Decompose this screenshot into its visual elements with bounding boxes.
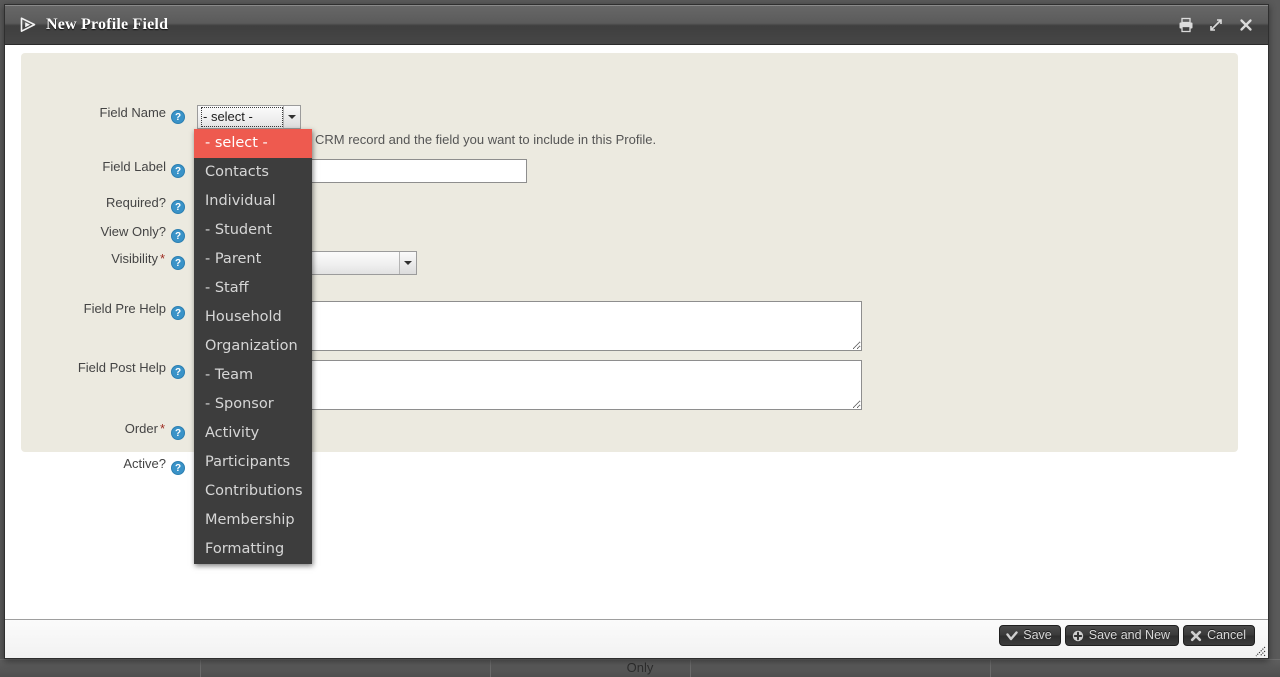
required-label: Required??: [21, 195, 193, 214]
dropdown-option[interactable]: Contacts: [194, 158, 312, 187]
help-icon-visibility[interactable]: ?: [171, 256, 185, 270]
help-icon-field-name[interactable]: ?: [171, 110, 185, 124]
resize-grip[interactable]: [1251, 642, 1266, 657]
save-and-new-button-label: Save and New: [1088, 628, 1171, 642]
save-button-label: Save: [1023, 628, 1052, 642]
help-icon-order[interactable]: ?: [171, 426, 185, 440]
chevron-down-icon[interactable]: [283, 106, 300, 128]
help-icon-field-pre-help[interactable]: ?: [171, 306, 185, 320]
help-icon-required[interactable]: ?: [171, 200, 185, 214]
field-name-dropdown[interactable]: - select - Contacts Individual - Student - P…: [194, 129, 312, 564]
required-marker-visibility: *: [159, 251, 165, 266]
modal-footer: Save Save and New Cancel: [5, 619, 1268, 658]
new-profile-field-modal: New Profile Field Field Name ? - select …: [4, 4, 1269, 659]
save-and-new-button[interactable]: Save and New: [1064, 625, 1180, 646]
dropdown-option[interactable]: - Sponsor: [194, 390, 312, 419]
cancel-button-label: Cancel: [1207, 628, 1246, 642]
footer-buttons: Save Save and New Cancel: [999, 625, 1255, 646]
help-icon-field-label[interactable]: ?: [171, 164, 185, 178]
help-icon-field-post-help[interactable]: ?: [171, 365, 185, 379]
required-marker-order: *: [159, 421, 165, 436]
dropdown-option[interactable]: - Team: [194, 361, 312, 390]
flag-icon: [20, 17, 36, 32]
plus-circle-icon: [1072, 630, 1083, 641]
titlebar-actions: [1178, 17, 1260, 33]
dropdown-option[interactable]: - Parent: [194, 245, 312, 274]
help-icon-view-only[interactable]: ?: [171, 229, 185, 243]
dropdown-option[interactable]: Organization: [194, 332, 312, 361]
field-post-help-label: Field Post Help?: [21, 360, 193, 379]
field-pre-help-label: Field Pre Help?: [21, 301, 193, 320]
screen: Only New Profile Field Field Name ? - se…: [0, 0, 1280, 677]
modal-body: Field Name? - select - CRM record and th…: [5, 45, 1268, 623]
save-button[interactable]: Save: [999, 625, 1061, 646]
print-icon[interactable]: [1178, 17, 1194, 33]
check-icon: [1006, 630, 1018, 640]
dropdown-option[interactable]: Participants: [194, 448, 312, 477]
dropdown-option[interactable]: Contributions: [194, 477, 312, 506]
dropdown-option[interactable]: Membership: [194, 506, 312, 535]
dropdown-option[interactable]: Individual: [194, 187, 312, 216]
dropdown-option[interactable]: - Staff: [194, 274, 312, 303]
visibility-label: Visibility *?: [21, 251, 193, 270]
dropdown-option[interactable]: - select -: [194, 129, 312, 158]
field-name-select-value: - select -: [201, 107, 283, 127]
close-icon[interactable]: [1238, 17, 1254, 33]
help-icon-active[interactable]: ?: [171, 461, 185, 475]
view-only-label: View Only??: [21, 224, 193, 243]
field-name-label: Field Name?: [21, 105, 193, 124]
field-name-hint: CRM record and the field you want to inc…: [315, 132, 657, 147]
dropdown-option[interactable]: Formatting: [194, 535, 312, 564]
x-icon: [1190, 630, 1202, 641]
active-label: Active??: [21, 456, 193, 475]
modal-title: New Profile Field: [46, 16, 169, 33]
modal-titlebar[interactable]: New Profile Field: [5, 5, 1268, 45]
cancel-button[interactable]: Cancel: [1183, 625, 1255, 646]
dropdown-option[interactable]: Activity: [194, 419, 312, 448]
field-label-label: Field Label?: [21, 159, 193, 178]
dropdown-option[interactable]: Household: [194, 303, 312, 332]
dropdown-option[interactable]: - Student: [194, 216, 312, 245]
expand-icon[interactable]: [1208, 17, 1224, 33]
order-label: Order *?: [21, 421, 193, 440]
chevron-down-icon-visibility[interactable]: [399, 252, 416, 274]
background-bottom-bar-label: Only: [626, 660, 654, 675]
field-name-select[interactable]: - select -: [197, 105, 301, 129]
